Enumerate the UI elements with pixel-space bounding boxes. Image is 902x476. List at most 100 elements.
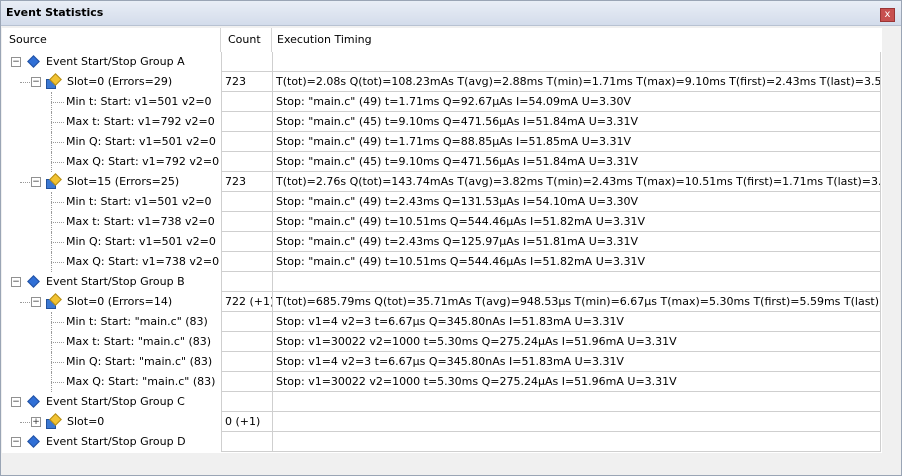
column-header-count[interactable]: Count: [228, 28, 261, 52]
timing-cell: Stop: "main.c" (49) t=10.51ms Q=544.46µA…: [272, 212, 881, 232]
close-icon[interactable]: x: [880, 8, 895, 22]
source-cell: Max t: Start: v1=792 v2=0: [2, 112, 220, 132]
timing-cell: Stop: v1=30022 v2=1000 t=5.30ms Q=275.24…: [272, 372, 881, 392]
source-label: Min Q: Start: v1=501 v2=0: [66, 235, 216, 248]
tree-leaf-row[interactable]: Max Q: Start: v1=792 v2=0 Stop: "main.c" …: [2, 152, 882, 172]
timing-cell: Stop: "main.c" (49) t=10.51ms Q=544.46µA…: [272, 252, 881, 272]
tree-group-row[interactable]: − Event Start/Stop Group C: [2, 392, 882, 412]
timing-cell: Stop: v1=4 v2=3 t=6.67µs Q=345.80nAs I=5…: [272, 312, 881, 332]
source-cell: − Slot=0 (Errors=14): [2, 292, 220, 312]
tree-slot-row[interactable]: − Slot=0 (Errors=29) 723 T(tot)=2.08s Q(tot…: [2, 72, 882, 92]
timing-cell: [272, 52, 881, 72]
timing-cell: Stop: "main.c" (45) t=9.10ms Q=471.56µAs…: [272, 152, 881, 172]
timing-cell: Stop: "main.c" (49) t=2.43ms Q=125.97µAs…: [272, 232, 881, 252]
count-cell: 722 (+1): [221, 292, 272, 312]
slot-icon: [46, 413, 62, 429]
source-label: Max Q: Start: v1=738 v2=0: [66, 255, 220, 268]
source-cell: + Slot=0: [2, 412, 220, 432]
tree-connector: [51, 222, 64, 223]
count-cell: 723: [221, 72, 272, 92]
tree-leaf-row[interactable]: Max t: Start: v1=738 v2=0 Stop: "main.c" …: [2, 212, 882, 232]
timing-cell: Stop: "main.c" (49) t=2.43ms Q=131.53µAs…: [272, 192, 881, 212]
count-cell: [221, 132, 272, 152]
count-cell: [221, 332, 272, 352]
source-cell: Min Q: Start: "main.c" (83): [2, 352, 220, 372]
tree-connector: [51, 342, 64, 343]
collapse-icon[interactable]: −: [11, 397, 21, 407]
collapse-icon[interactable]: −: [31, 77, 41, 87]
tree-slot-row[interactable]: + Slot=0 0 (+1): [2, 412, 882, 432]
source-cell: Max Q: Start: "main.c" (83): [2, 372, 220, 392]
tree-leaf-row[interactable]: Min Q: Start: "main.c" (83) Stop: v1=4 v2…: [2, 352, 882, 372]
collapse-icon[interactable]: −: [31, 297, 41, 307]
tree-connector: [51, 162, 64, 163]
tree-connector: [51, 142, 64, 143]
tree-connector: [20, 82, 30, 83]
tree-leaf-row[interactable]: Max Q: Start: "main.c" (83) Stop: v1=3002…: [2, 372, 882, 392]
slot-icon: [46, 293, 62, 309]
collapse-icon[interactable]: −: [11, 57, 21, 67]
tree-leaf-row[interactable]: Max t: Start: v1=792 v2=0 Stop: "main.c" …: [2, 112, 882, 132]
tree-leaf-row[interactable]: Max Q: Start: v1=738 v2=0 Stop: "main.c" …: [2, 252, 882, 272]
timing-cell: Stop: "main.c" (49) t=1.71ms Q=88.85µAs …: [272, 132, 881, 152]
tree-leaf-row[interactable]: Min t: Start: v1=501 v2=0 Stop: "main.c" …: [2, 192, 882, 212]
tree-slot-row[interactable]: − Slot=15 (Errors=25) 723 T(tot)=2.76s Q(to…: [2, 172, 882, 192]
timing-cell: [272, 272, 881, 292]
source-label: Slot=15 (Errors=25): [67, 175, 180, 188]
collapse-icon[interactable]: −: [31, 177, 41, 187]
column-header-source[interactable]: Source: [9, 28, 47, 52]
source-label: Max Q: Start: v1=792 v2=0: [66, 155, 220, 168]
source-cell: Max Q: Start: v1=738 v2=0: [2, 252, 220, 272]
source-label: Min Q: Start: v1=501 v2=0: [66, 135, 216, 148]
tree-slot-row[interactable]: − Slot=0 (Errors=14) 722 (+1) T(tot)=685.79…: [2, 292, 882, 312]
tree-connector: [51, 362, 64, 363]
source-label: Slot=0: [67, 415, 105, 428]
title-bar: Event Statistics x: [1, 1, 901, 26]
source-label: Event Start/Stop Group B: [46, 275, 185, 288]
tree-leaf-row[interactable]: Max t: Start: "main.c" (83) Stop: v1=3002…: [2, 332, 882, 352]
source-label: Max t: Start: v1=738 v2=0: [66, 215, 215, 228]
count-cell: [221, 192, 272, 212]
source-cell: Min Q: Start: v1=501 v2=0: [2, 232, 220, 252]
tree-connector: [51, 382, 64, 383]
tree-leaf-row[interactable]: Min t: Start: v1=501 v2=0 Stop: "main.c" …: [2, 92, 882, 112]
expand-icon[interactable]: +: [31, 417, 41, 427]
source-cell: − Event Start/Stop Group A: [2, 52, 220, 72]
source-cell: Max t: Start: v1=738 v2=0: [2, 212, 220, 232]
source-label: Event Start/Stop Group A: [46, 55, 185, 68]
count-cell: [221, 112, 272, 132]
event-statistics-window: Event Statistics x Source Count Executio…: [0, 0, 902, 476]
grid-right-margin: [882, 28, 900, 453]
tree-leaf-row[interactable]: Min Q: Start: v1=501 v2=0 Stop: "main.c" …: [2, 232, 882, 252]
tree-connector: [20, 182, 30, 183]
column-separator: [220, 28, 221, 52]
source-cell: − Slot=0 (Errors=29): [2, 72, 220, 92]
source-label: Min t: Start: v1=501 v2=0: [66, 195, 212, 208]
tree-group-row[interactable]: − Event Start/Stop Group B: [2, 272, 882, 292]
tree-connector: [51, 262, 64, 263]
count-cell: [221, 392, 272, 412]
source-label: Max t: Start: "main.c" (83): [66, 335, 212, 348]
count-cell: [221, 212, 272, 232]
timing-cell: [272, 392, 881, 412]
count-cell: [221, 92, 272, 112]
tree-leaf-row[interactable]: Min t: Start: "main.c" (83) Stop: v1=4 v2…: [2, 312, 882, 332]
timing-cell: T(tot)=2.08s Q(tot)=108.23mAs T(avg)=2.8…: [272, 72, 881, 92]
collapse-icon[interactable]: −: [11, 277, 21, 287]
tree-leaf-row[interactable]: Min Q: Start: v1=501 v2=0 Stop: "main.c" …: [2, 132, 882, 152]
count-cell: [221, 272, 272, 292]
column-separator: [271, 28, 272, 52]
count-cell: [221, 152, 272, 172]
count-cell: [221, 352, 272, 372]
count-cell: 0 (+1): [221, 412, 272, 432]
tree-group-row[interactable]: − Event Start/Stop Group A: [2, 52, 882, 72]
source-cell: Max t: Start: "main.c" (83): [2, 332, 220, 352]
source-cell: Min t: Start: v1=501 v2=0: [2, 92, 220, 112]
column-header-timing[interactable]: Execution Timing: [277, 28, 372, 52]
grid-empty-area: [2, 444, 882, 453]
timing-cell: T(tot)=2.76s Q(tot)=143.74mAs T(avg)=3.8…: [272, 172, 881, 192]
source-label: Min Q: Start: "main.c" (83): [66, 355, 213, 368]
count-cell: 723: [221, 172, 272, 192]
timing-cell: Stop: v1=4 v2=3 t=6.67µs Q=345.80nAs I=5…: [272, 352, 881, 372]
source-label: Event Start/Stop Group C: [46, 395, 185, 408]
